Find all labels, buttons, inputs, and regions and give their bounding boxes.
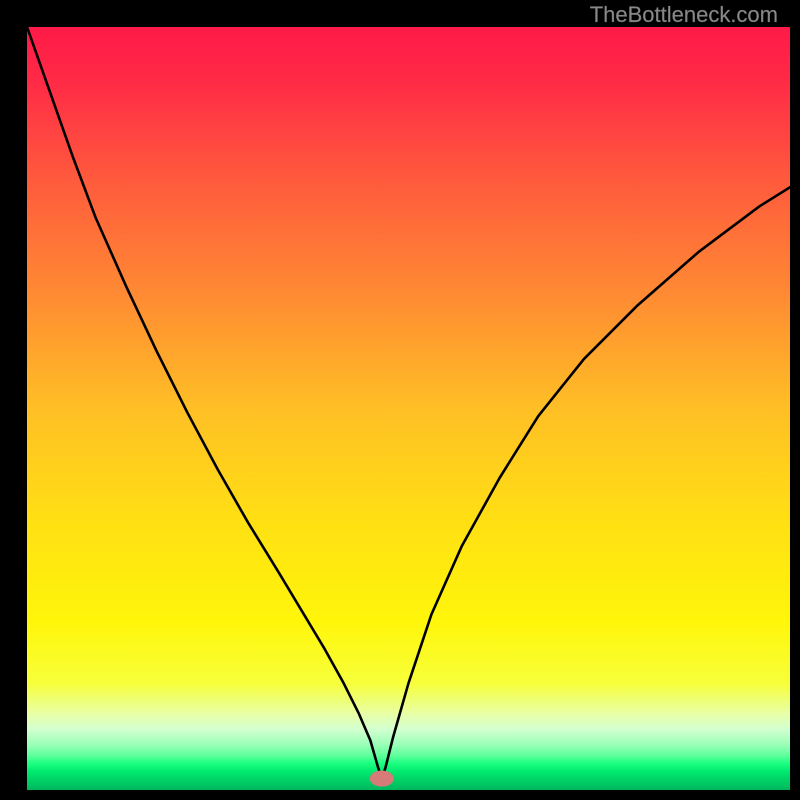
chart-root: { "watermark": { "text": "TheBottleneck.… [0, 0, 800, 800]
heat-gradient [27, 27, 790, 790]
watermark-text: TheBottleneck.com [590, 2, 778, 28]
optimal-marker [370, 771, 394, 787]
bottleneck-chart [0, 0, 800, 800]
